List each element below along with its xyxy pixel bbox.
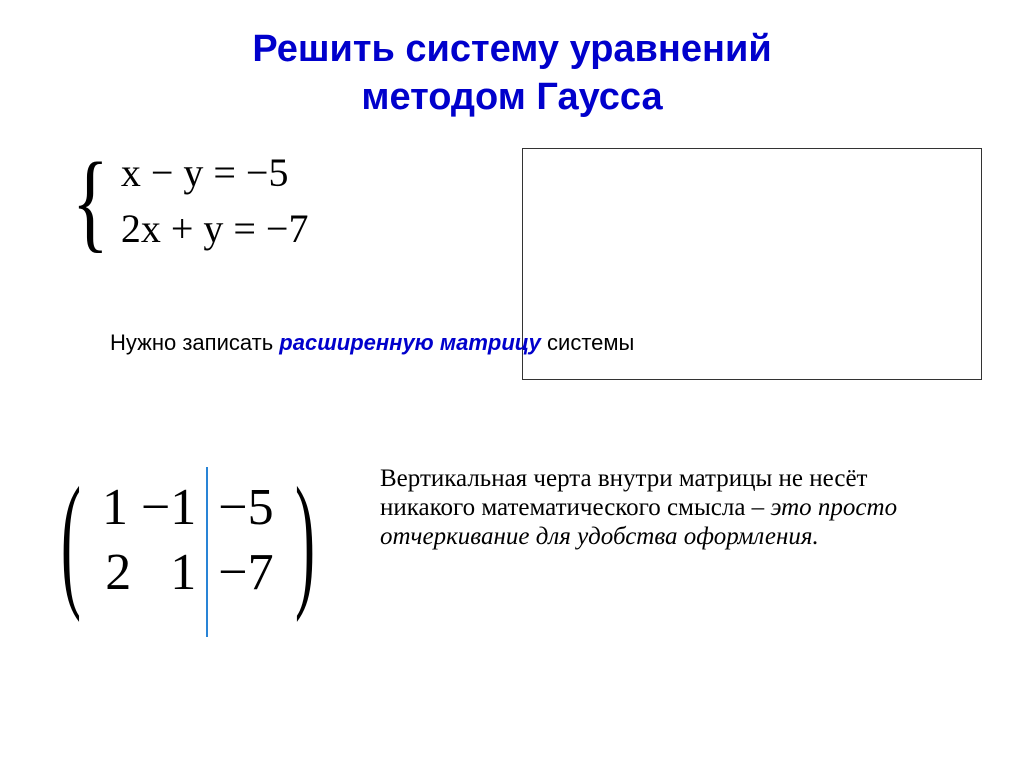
explain1-post: системы [541,330,634,355]
title-line-1: Решить систему уравнений [252,28,771,70]
m-r1c1: 1 [102,479,128,536]
matrix-body: 1 −1 2 1 −5 −7 [96,455,280,625]
matrix-row-2-right: −7 [218,540,273,605]
m-r2c3: −7 [218,544,273,601]
matrix-row-1-right: −5 [218,475,273,540]
left-paren-icon: ( [61,490,81,590]
matrix-coeff-part: 1 −1 2 1 [96,475,202,605]
m-r2c2: 1 [170,544,196,601]
explanation-2: Вертикальная черта внутри матрицы не нес… [380,465,960,551]
matrix-vertical-line [206,467,208,637]
right-paren-icon: ) [295,490,315,590]
m-r1c2: −1 [141,479,196,536]
matrix-row-1-left: 1 −1 [102,475,196,540]
explain1-emphasis: расширенную матрицу [279,330,541,355]
augmented-matrix: ( 1 −1 2 1 −5 −7 ) [46,455,330,625]
equation-2: 2x + y = −7 [121,201,309,257]
equation-1: x − y = −5 [121,145,309,201]
m-r2c1: 2 [105,544,131,601]
equation-lines: x − y = −5 2x + y = −7 [121,145,309,257]
brace-icon: { [72,161,109,241]
m-r1c3: −5 [218,479,273,536]
explain1-pre: Нужно записать [110,330,279,355]
matrix-augment-part: −5 −7 [212,475,279,605]
slide-title: Решить систему уравнений методом Гаусса [0,0,1024,121]
title-line-2: методом Гаусса [361,76,662,118]
matrix-row-2-left: 2 1 [102,540,196,605]
explanation-1: Нужно записать расширенную матрицу систе… [110,330,634,356]
equation-system: { x − y = −5 2x + y = −7 [64,145,309,257]
